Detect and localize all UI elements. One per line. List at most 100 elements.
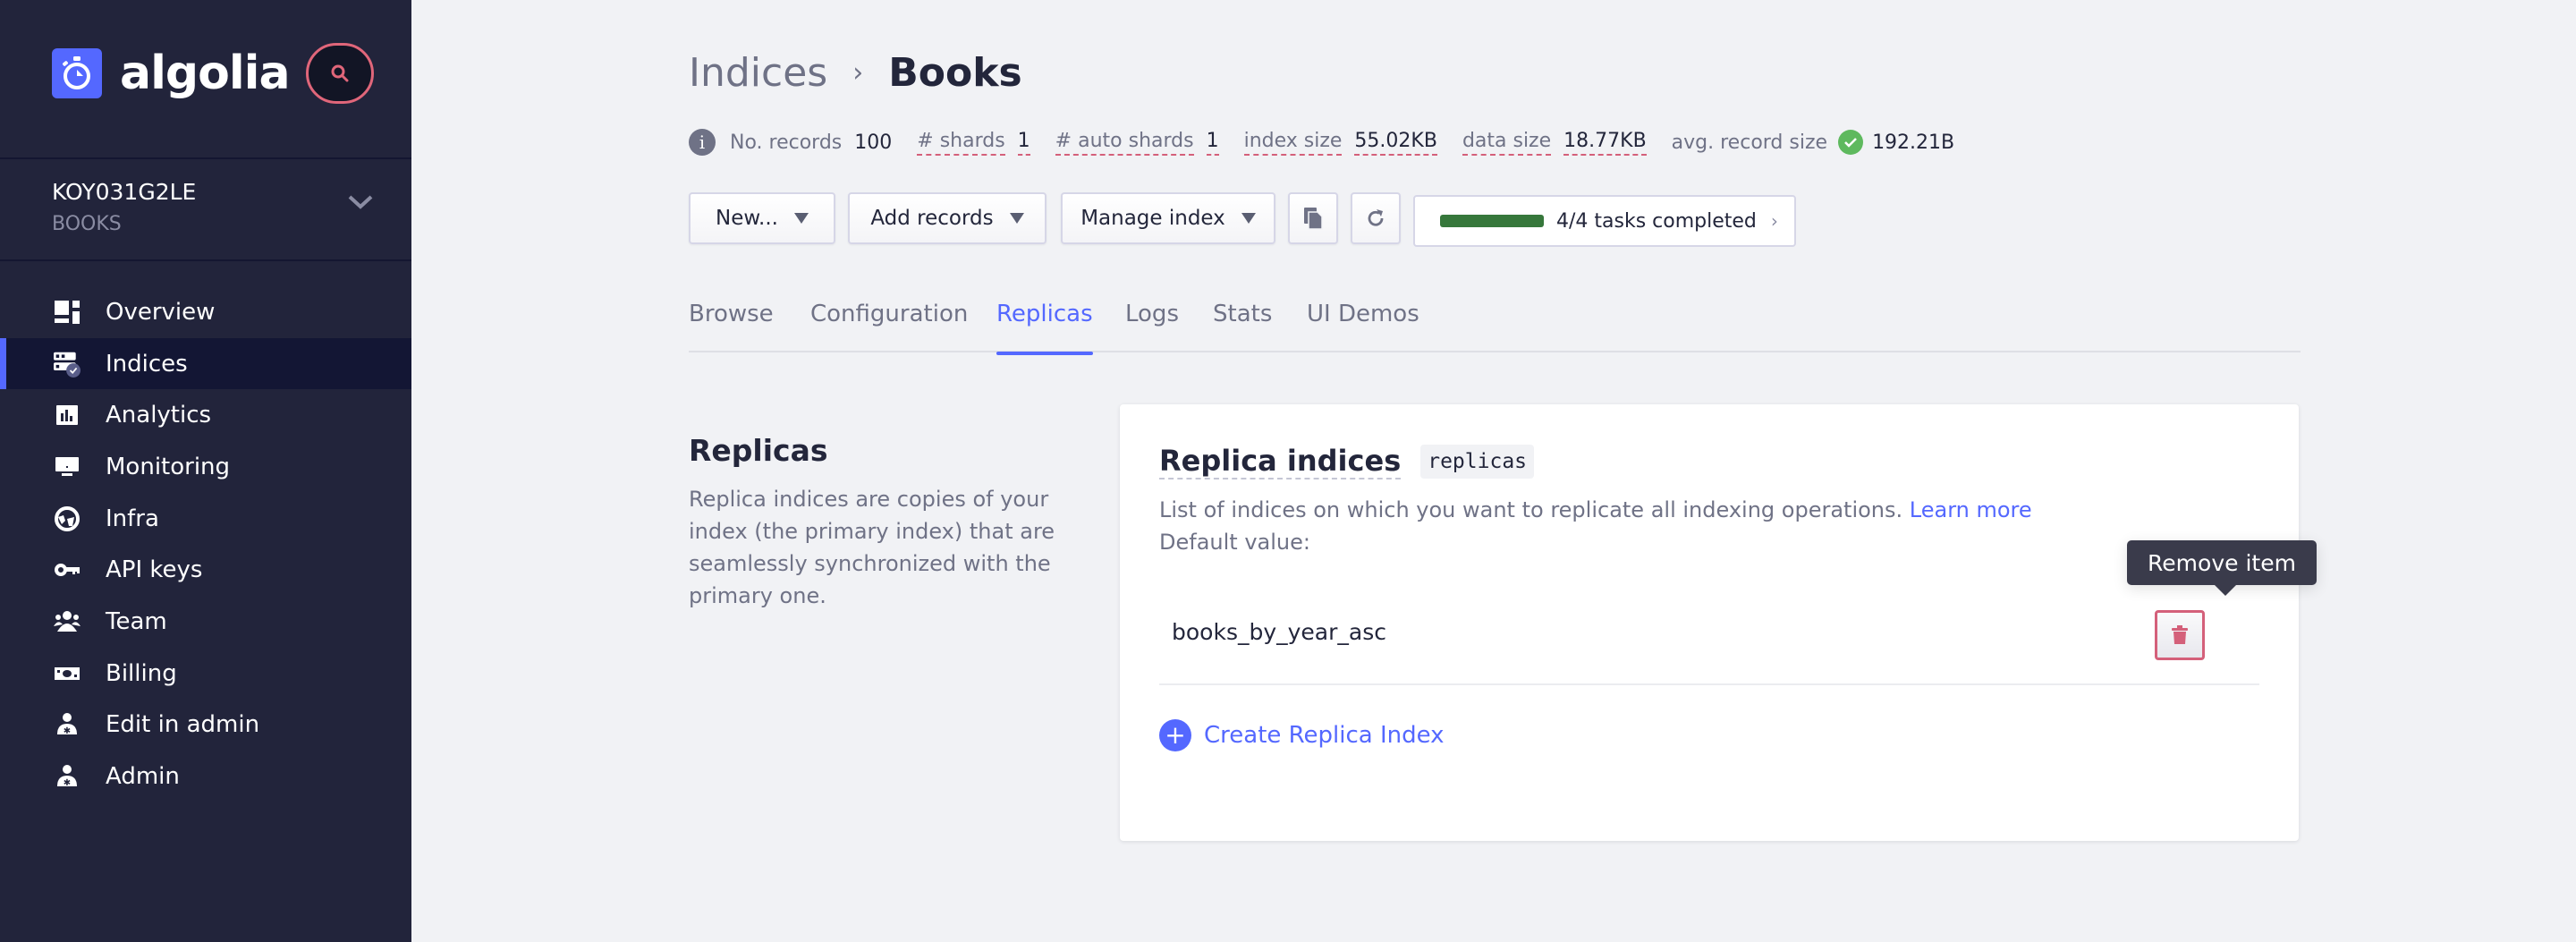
key-icon xyxy=(54,556,80,583)
chevron-right-icon: › xyxy=(1770,210,1778,232)
sidebar-item-label: Indices xyxy=(106,350,188,378)
sidebar-item-label: Edit in admin xyxy=(106,711,260,739)
tab-browse[interactable]: Browse xyxy=(689,301,774,352)
chevron-down-icon xyxy=(348,195,373,209)
page-title: Books xyxy=(888,50,1022,96)
plus-circle-icon: + xyxy=(1159,719,1191,751)
sidebar: algolia KOY031G2LE BOOKS Overview Indice… xyxy=(0,0,411,942)
tasks-progress-fill xyxy=(1440,215,1544,227)
billing-icon xyxy=(54,660,80,687)
shards-value[interactable]: 1 xyxy=(1017,130,1030,156)
records-value: 100 xyxy=(854,131,893,154)
sidebar-item-label: API keys xyxy=(106,556,203,584)
breadcrumb: Indices › Books xyxy=(689,50,1022,96)
sidebar-item-overview[interactable]: Overview xyxy=(0,286,411,338)
sidebar-item-analytics[interactable]: Analytics xyxy=(0,389,411,441)
card-title[interactable]: Replica indices xyxy=(1159,444,1402,479)
sidebar-item-admin[interactable]: ✱ Admin xyxy=(0,751,411,802)
sidebar-item-label: Billing xyxy=(106,659,177,687)
overview-icon xyxy=(54,299,80,326)
trash-icon xyxy=(2172,625,2188,644)
sidebar-item-label: Team xyxy=(106,607,167,635)
check-circle-icon xyxy=(1838,130,1864,155)
index-tabs: Browse Configuration Replicas Logs Stats… xyxy=(689,301,2301,355)
add-records-label: Add records xyxy=(870,207,994,230)
index-stats: i No. records 100 # shards 1 # auto shar… xyxy=(689,129,1979,156)
app-selector[interactable]: KOY031G2LE BOOKS xyxy=(0,159,411,259)
globe-icon xyxy=(54,505,80,532)
app-name: BOOKS xyxy=(52,213,122,235)
sidebar-item-indices[interactable]: Indices xyxy=(0,337,411,390)
tasks-label: 4/4 tasks completed xyxy=(1556,209,1757,233)
section-title: Replicas xyxy=(689,433,828,468)
tab-replicas[interactable]: Replicas xyxy=(996,301,1093,355)
copy-button[interactable] xyxy=(1288,192,1338,244)
index-size-label[interactable]: index size xyxy=(1243,130,1343,156)
analytics-icon xyxy=(54,402,80,429)
search-button[interactable] xyxy=(306,43,374,104)
tab-logs[interactable]: Logs xyxy=(1125,301,1179,352)
new-button-label: New... xyxy=(716,207,778,230)
sidebar-item-edit-in-admin[interactable]: ✱ Edit in admin xyxy=(0,700,411,751)
tab-configuration[interactable]: Configuration xyxy=(810,301,968,352)
sidebar-item-team[interactable]: Team xyxy=(0,596,411,648)
refresh-icon xyxy=(1368,209,1384,226)
data-size-value[interactable]: 18.77KB xyxy=(1563,130,1647,156)
refresh-button[interactable] xyxy=(1351,192,1401,244)
tasks-status-button[interactable]: 4/4 tasks completed › xyxy=(1413,195,1796,247)
brand-name: algolia xyxy=(120,47,291,100)
default-value-label: Default value: xyxy=(1159,530,1310,555)
sidebar-item-api-keys[interactable]: API keys xyxy=(0,544,411,596)
team-icon xyxy=(54,608,80,635)
search-icon xyxy=(331,64,349,82)
admin-icon: ✱ xyxy=(54,763,80,790)
stopwatch-logo-icon xyxy=(52,48,102,98)
learn-more-link[interactable]: Learn more xyxy=(1910,497,2032,522)
remove-replica-button[interactable] xyxy=(2155,610,2205,660)
create-replica-button[interactable]: + Create Replica Index xyxy=(1159,719,1445,751)
section-description: Replica indices are copies of your index… xyxy=(689,487,1055,608)
card-description-text: List of indices on which you want to rep… xyxy=(1159,497,1903,522)
remove-item-tooltip: Remove item xyxy=(2127,540,2317,596)
sidebar-item-billing[interactable]: Billing xyxy=(0,648,411,700)
sidebar-item-infra[interactable]: Infra xyxy=(0,493,411,545)
caret-down-icon xyxy=(1009,213,1024,224)
indices-icon xyxy=(54,351,80,378)
copy-icon xyxy=(1304,208,1323,230)
sidebar-item-label: Overview xyxy=(106,298,216,326)
breadcrumb-indices-link[interactable]: Indices xyxy=(689,50,827,96)
divider xyxy=(0,259,411,261)
tab-stats[interactable]: Stats xyxy=(1213,301,1272,352)
replicas-card: Replica indices replicas List of indices… xyxy=(1120,404,2317,841)
sidebar-item-label: Infra xyxy=(106,505,159,532)
create-replica-label: Create Replica Index xyxy=(1204,722,1445,749)
add-records-dropdown-button[interactable]: Add records xyxy=(848,192,1046,244)
index-toolbar: New... Add records Manage index 4/4 task… xyxy=(689,190,1796,247)
avg-record-size-value: 192.21B xyxy=(1872,131,1955,154)
tasks-progress-bar xyxy=(1440,215,1544,227)
algolia-logo[interactable]: algolia xyxy=(52,47,291,100)
sidebar-item-label: Admin xyxy=(106,763,180,791)
auto-shards-value[interactable]: 1 xyxy=(1206,130,1219,156)
avg-record-size-label: avg. record size xyxy=(1671,131,1828,154)
monitoring-icon xyxy=(54,454,80,480)
sidebar-item-monitoring[interactable]: Monitoring xyxy=(0,441,411,493)
replica-list-item: books_by_year_asc xyxy=(1159,583,2259,685)
auto-shards-label[interactable]: # auto shards xyxy=(1055,130,1194,156)
chevron-right-icon: › xyxy=(852,57,864,89)
sidebar-nav: Overview Indices Analytics Monitoring In… xyxy=(0,286,411,802)
shards-label[interactable]: # shards xyxy=(917,130,1005,156)
records-label: No. records xyxy=(730,131,843,154)
sidebar-item-label: Analytics xyxy=(106,402,212,429)
data-size-label[interactable]: data size xyxy=(1462,130,1552,156)
param-name-badge: replicas xyxy=(1420,445,1535,479)
manage-index-dropdown-button[interactable]: Manage index xyxy=(1061,192,1275,244)
svg-text:✱: ✱ xyxy=(64,726,71,736)
app-id: KOY031G2LE xyxy=(52,179,197,205)
card-header: Replica indices replicas xyxy=(1159,444,1535,479)
new-dropdown-button[interactable]: New... xyxy=(689,192,835,244)
index-size-value[interactable]: 55.02KB xyxy=(1354,130,1437,156)
info-icon[interactable]: i xyxy=(689,129,716,156)
tab-ui-demos[interactable]: UI Demos xyxy=(1307,301,1419,352)
caret-down-icon xyxy=(794,213,809,224)
